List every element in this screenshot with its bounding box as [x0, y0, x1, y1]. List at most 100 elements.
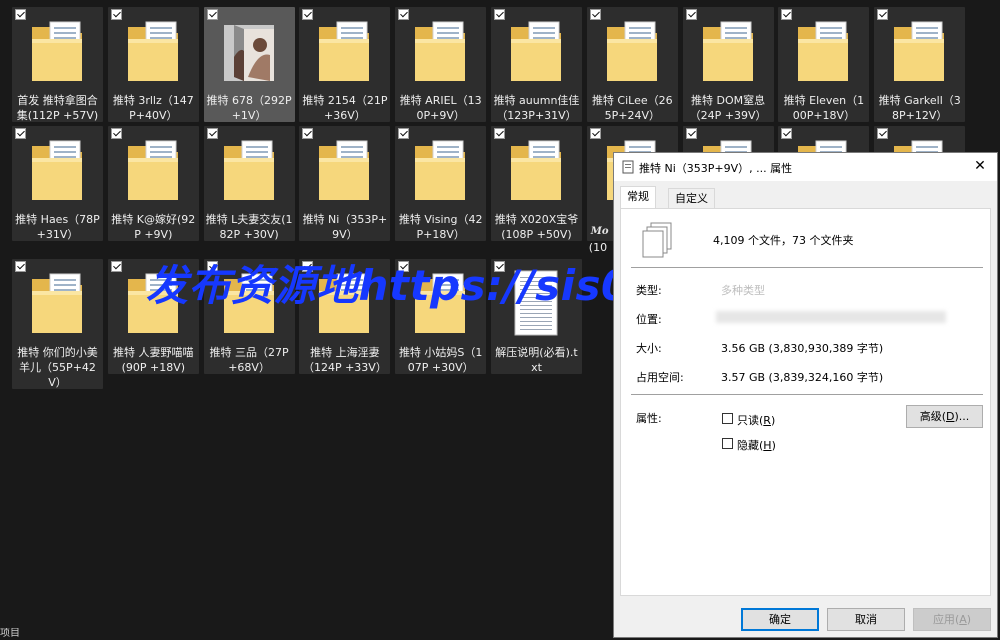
folder-item[interactable]: 推特 X020X宝爷(108P +50V) — [491, 126, 582, 241]
folder-icon — [622, 160, 634, 174]
folder-item[interactable]: 推特 Ni（353P+9V） — [299, 126, 391, 241]
select-checkbox[interactable] — [206, 128, 218, 139]
folder-item[interactable]: 推特 3rllz（147P+40V） — [107, 7, 199, 122]
folder-item[interactable]: 推特 Eleven（100P+18V） — [778, 7, 870, 122]
select-checkbox[interactable] — [15, 9, 26, 20]
select-checkbox[interactable] — [110, 128, 122, 139]
select-checkbox[interactable] — [398, 261, 410, 272]
select-checkbox[interactable] — [877, 128, 889, 139]
folder-icon — [798, 21, 849, 81]
tab-custom[interactable]: 自定义 — [668, 188, 715, 208]
readonly-text: 只读 — [737, 414, 759, 427]
item-name: 推特 上海淫妻（124P +33V） — [302, 346, 387, 374]
status-text: 项目 — [0, 628, 20, 639]
select-checkbox[interactable] — [110, 261, 122, 272]
select-checkbox[interactable] — [589, 9, 601, 20]
select-checkbox[interactable] — [15, 128, 26, 139]
ok-button[interactable]: 确定 — [741, 608, 819, 631]
folder-item[interactable]: 推特 678（292P+1V） — [203, 7, 295, 122]
folder-icon — [32, 273, 82, 333]
tab-general[interactable]: 常规 — [620, 186, 656, 209]
folder-item[interactable]: 推特 三品（27P+68V） — [203, 259, 295, 374]
select-checkbox[interactable] — [685, 9, 697, 20]
item-name: 推特 小姑妈S（107P +30V） — [398, 346, 483, 374]
select-checkbox[interactable] — [302, 128, 314, 139]
folder-icon — [894, 21, 945, 81]
readonly-checkbox[interactable] — [722, 413, 733, 424]
select-checkbox[interactable] — [494, 128, 505, 139]
hidden-checkbox[interactable] — [722, 438, 733, 449]
type-label: 类型: — [636, 284, 662, 297]
select-checkbox[interactable] — [398, 128, 410, 139]
status-bar: 项目 — [0, 628, 615, 640]
select-checkbox[interactable] — [877, 9, 889, 20]
select-checkbox[interactable] — [302, 261, 314, 272]
partial-tile-text: Mo — [590, 226, 609, 237]
folder-item[interactable]: 推特 CiLee（265P+24V） — [586, 7, 678, 122]
divider — [631, 267, 983, 268]
item-name: 推特 Vising（42P+18V） — [398, 213, 483, 241]
select-checkbox[interactable] — [398, 9, 410, 20]
size-value: 3.56 GB (3,830,930,389 字节) — [721, 342, 884, 355]
folder-icon — [127, 273, 178, 333]
folder-icon — [319, 140, 370, 200]
apply-button[interactable]: 应用(A) — [913, 608, 991, 631]
item-name: 推特 DOM窒息（24P +39V） — [689, 94, 767, 122]
item-name: 推特 3rllz（147P+40V） — [112, 94, 194, 122]
folder-item[interactable]: 推特 Garkell（38P+12V） — [874, 7, 966, 122]
folder-item[interactable]: 推特 auumn佳佳（123P+31V） — [491, 7, 582, 122]
apply-text: 应用 — [932, 613, 955, 626]
item-name: 推特 auumn佳佳（123P+31V） — [493, 94, 580, 122]
folder-icon — [415, 273, 466, 333]
item-name: 推特 ARIEL（130P+9V） — [399, 94, 482, 122]
advanced-button[interactable]: 高级(D)... — [906, 405, 983, 428]
folder-icon — [702, 21, 753, 81]
type-value: 多种类型 — [721, 284, 765, 297]
photo-thumbnail-icon — [223, 25, 274, 81]
folder-item[interactable]: 推特 ARIEL（130P+9V） — [395, 7, 487, 122]
folder-item[interactable]: 推特 你们的小美羊儿（55P+42V） — [12, 259, 103, 389]
folder-item[interactable]: 推特 上海淫妻（124P +33V） — [299, 259, 391, 374]
file-item[interactable]: 解压说明(必看).txt — [491, 259, 582, 374]
folder-item[interactable]: 首发 推特拿图合集(112P +57V) — [12, 7, 103, 122]
folder-icon — [415, 140, 466, 200]
dialog-titlebar[interactable]: 推特 Ni（353P+9V）, ... 属性 ✕ — [614, 153, 997, 181]
select-checkbox[interactable] — [589, 128, 601, 139]
folder-item[interactable]: 推特 小姑妈S（107P +30V） — [395, 259, 487, 374]
folder-item[interactable]: 推特 Vising（42P+18V） — [395, 126, 487, 241]
item-name: 推特 你们的小美羊儿（55P+42V） — [17, 346, 98, 389]
select-checkbox[interactable] — [494, 9, 505, 20]
select-checkbox[interactable] — [206, 9, 218, 20]
item-name: 推特 L夫妻交友(182P +30V) — [205, 213, 293, 241]
size-label: 大小: — [636, 342, 662, 355]
folder-icon — [606, 21, 657, 81]
select-checkbox[interactable] — [781, 9, 793, 20]
folder-icon — [127, 21, 178, 81]
item-name: 推特 X020X宝爷(108P +50V) — [494, 213, 579, 241]
folder-item[interactable]: 推特 L夫妻交友(182P +30V) — [203, 126, 295, 241]
item-name: 推特 Eleven（100P+18V） — [783, 94, 865, 122]
hidden-label[interactable]: 隐藏(H) — [737, 437, 776, 453]
select-checkbox[interactable] — [110, 9, 122, 20]
item-name: 推特 Haes（78P+31V） — [15, 213, 100, 241]
readonly-label[interactable]: 只读(R) — [737, 412, 775, 428]
select-checkbox[interactable] — [206, 261, 218, 272]
close-icon[interactable]: ✕ — [963, 153, 997, 181]
folder-item[interactable]: 推特 K@嫁好(92P +9V) — [107, 126, 199, 241]
folder-item[interactable]: 推特 DOM窒息（24P +39V） — [682, 7, 774, 122]
select-checkbox[interactable] — [15, 261, 26, 272]
cancel-button[interactable]: 取消 — [827, 608, 905, 631]
attributes-label: 属性: — [636, 412, 662, 425]
folder-item[interactable]: 推特 2154（21P+36V） — [299, 7, 391, 122]
folder-item[interactable]: 推特 人妻野喵喵(90P +18V) — [107, 259, 199, 374]
select-checkbox[interactable] — [781, 128, 793, 139]
folder-icon — [223, 140, 274, 200]
select-checkbox[interactable] — [302, 9, 314, 20]
select-checkbox[interactable] — [685, 128, 697, 139]
select-checkbox[interactable] — [494, 261, 505, 272]
folder-icon — [415, 21, 466, 81]
advanced-accesskey: D — [946, 410, 955, 423]
general-panel: 4,109 个文件，73 个文件夹 类型: 多种类型 位置: 大小: 3.56 … — [620, 208, 991, 596]
folder-icon — [127, 140, 178, 200]
folder-item[interactable]: 推特 Haes（78P+31V） — [12, 126, 103, 241]
